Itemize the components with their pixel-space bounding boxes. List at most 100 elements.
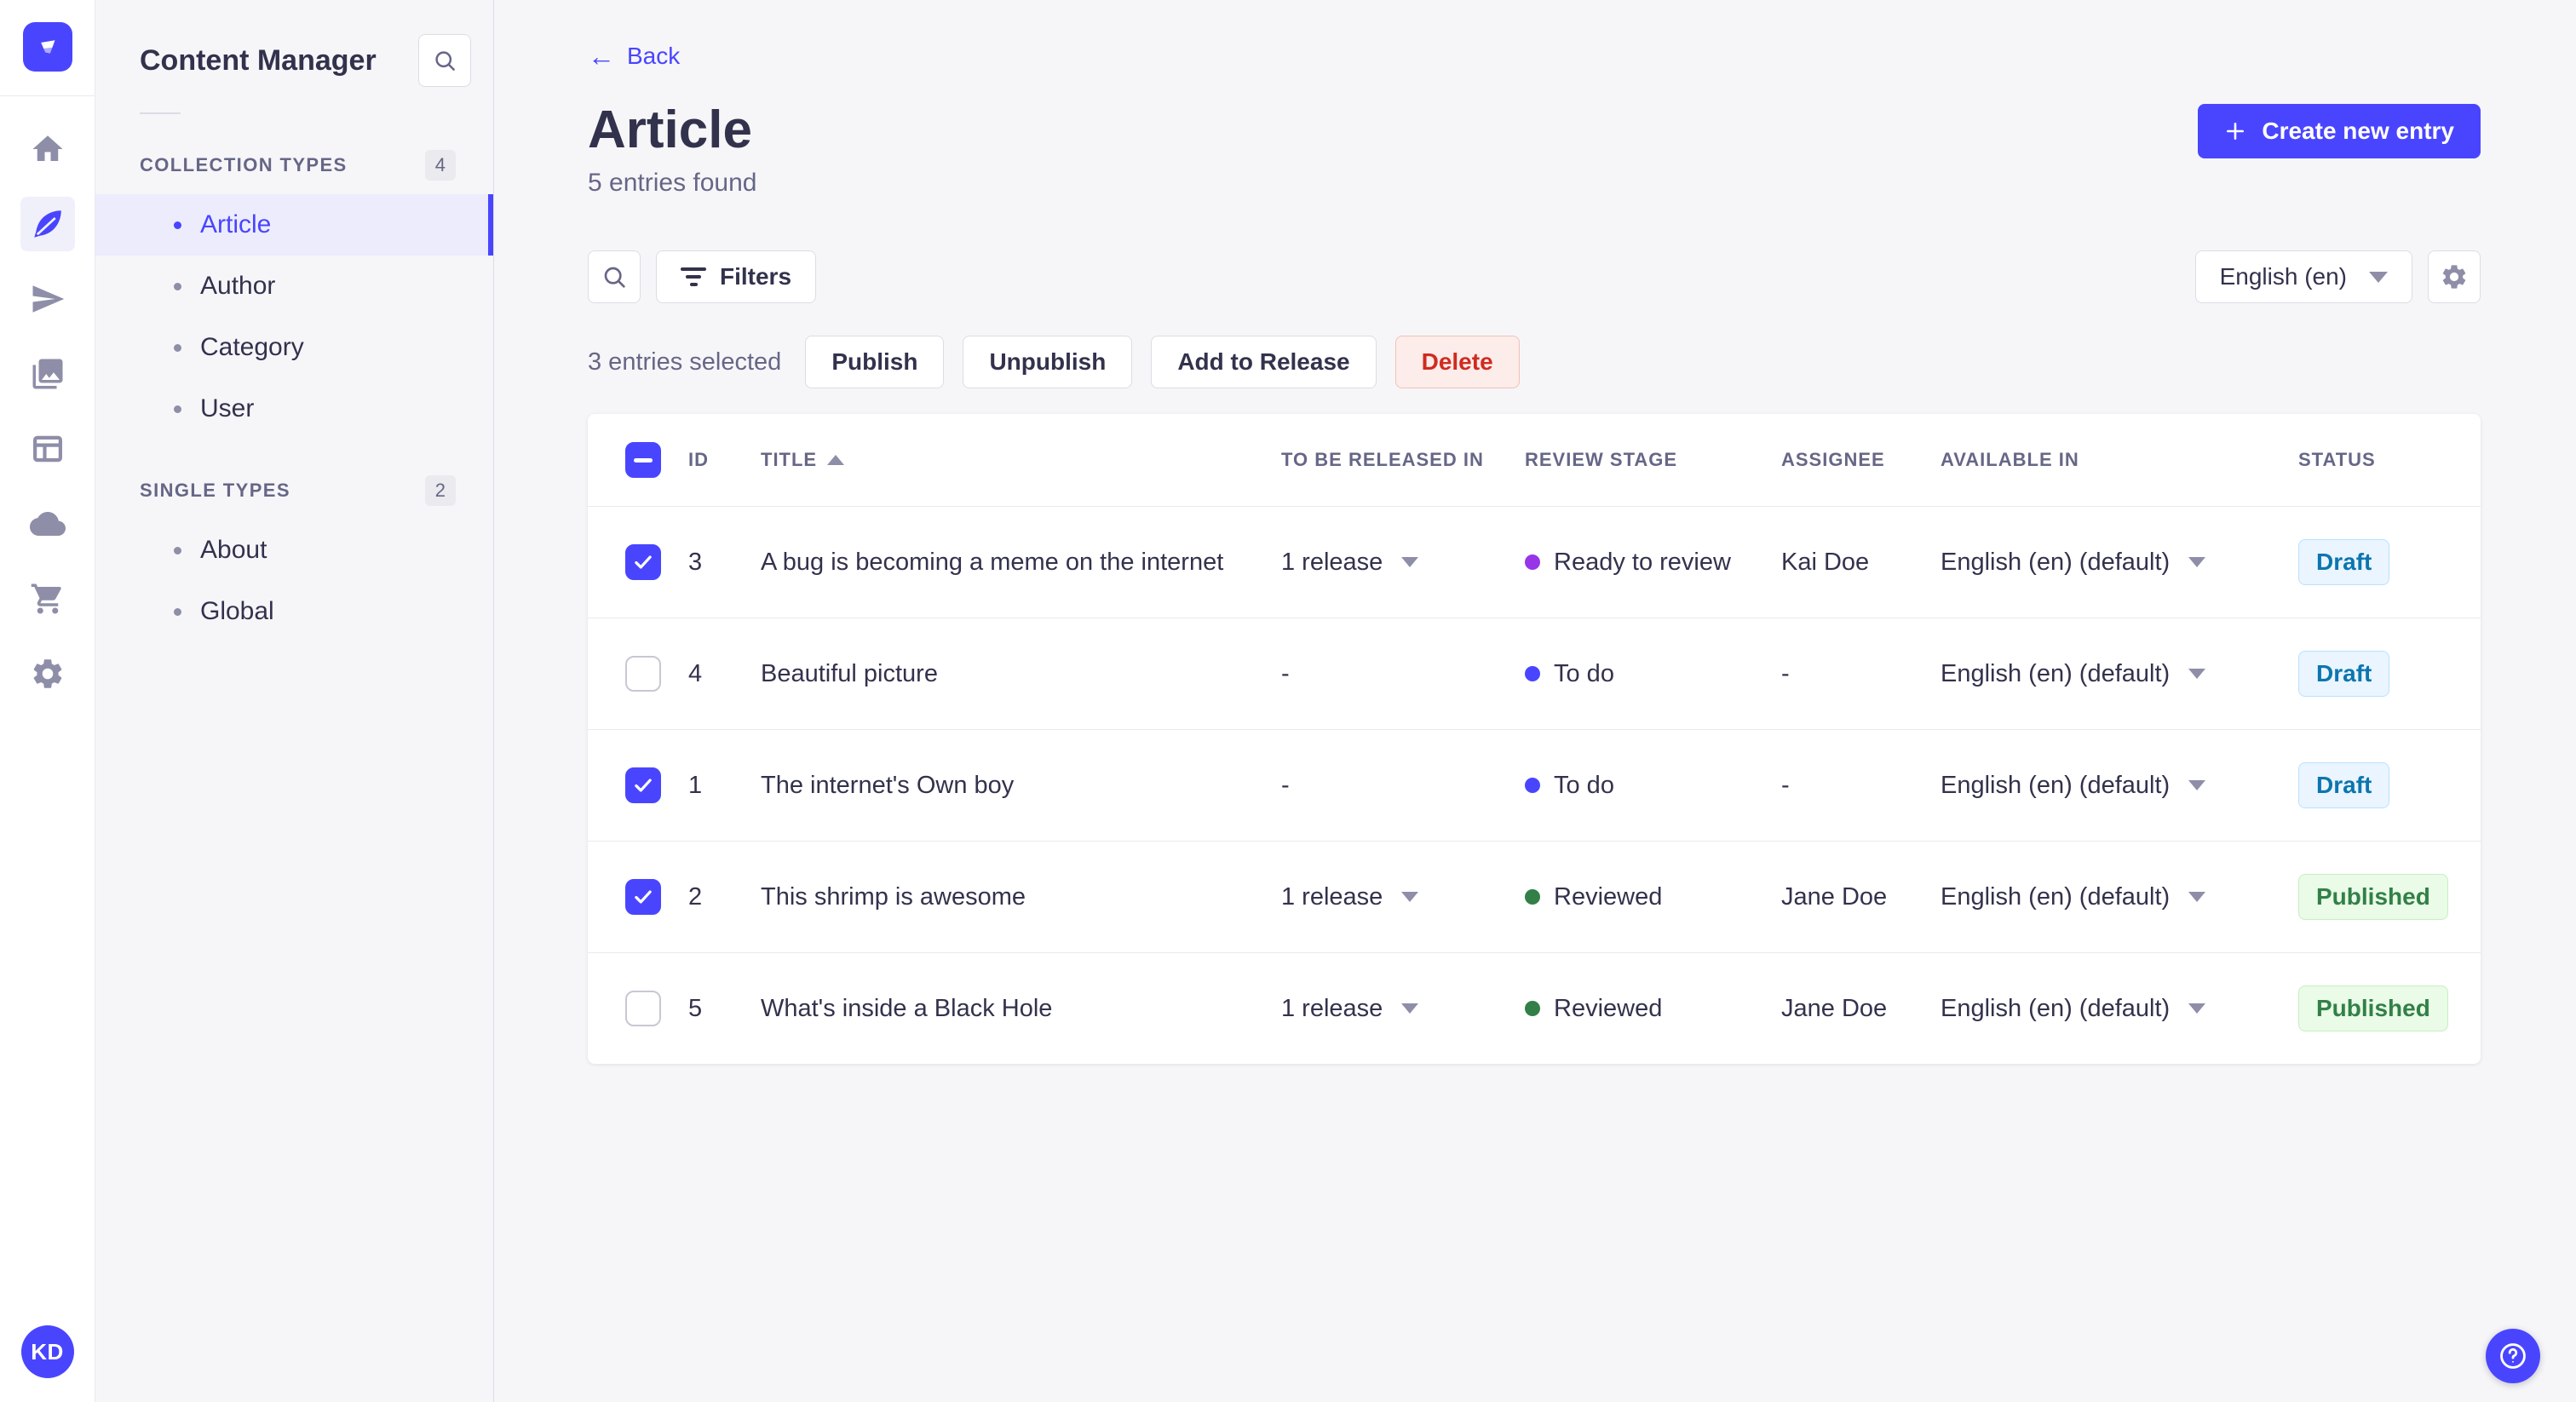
table-row[interactable]: 4 Beautiful picture - To do - English (e…: [588, 618, 2481, 729]
review-stage-cell: To do: [1525, 660, 1781, 688]
status-badge: Draft: [2298, 539, 2390, 585]
chevron-down-icon: [1401, 1003, 1419, 1014]
create-new-entry-label: Create new entry: [2262, 118, 2454, 144]
bullet-icon: [174, 343, 181, 352]
release-value: 1 release: [1281, 994, 1383, 1022]
column-header-available-in[interactable]: AVAILABLE IN: [1941, 449, 2298, 471]
sidebar-item-global[interactable]: Global: [95, 581, 493, 642]
column-header-id[interactable]: ID: [688, 449, 761, 471]
column-header-status[interactable]: STATUS: [2298, 449, 2452, 471]
sidebar-item-author[interactable]: Author: [95, 256, 493, 317]
release-value: 1 release: [1281, 548, 1383, 576]
send-plane-icon[interactable]: [20, 272, 75, 326]
row-checkbox[interactable]: [625, 767, 661, 803]
section-count-badge: 2: [424, 475, 456, 506]
release-dropdown[interactable]: 1 release: [1281, 549, 1525, 577]
table-row[interactable]: 5 What's inside a Black Hole 1 release R…: [588, 952, 2481, 1064]
locale-dropdown[interactable]: English (en) (default): [1941, 772, 2298, 800]
row-id: 5: [688, 994, 703, 1022]
column-header-to-be-released-in[interactable]: TO BE RELEASED IN: [1281, 449, 1525, 471]
marketplace-cart-icon[interactable]: [20, 572, 75, 626]
row-checkbox[interactable]: [625, 879, 661, 915]
locale-value: English (en) (default): [1941, 994, 2171, 1022]
locale-value: English (en) (default): [1941, 659, 2171, 687]
release-dropdown[interactable]: -: [1281, 772, 1525, 800]
filters-button[interactable]: Filters: [656, 250, 817, 303]
filter-icon: [681, 267, 706, 286]
search-icon: [435, 51, 455, 71]
row-checkbox[interactable]: [625, 656, 661, 692]
status-badge: Published: [2298, 874, 2448, 920]
sidebar-item-label: Author: [200, 272, 276, 300]
delete-button[interactable]: Delete: [1394, 336, 1520, 388]
sidebar-title: Content Manager: [140, 43, 377, 77]
indeterminate-minus-icon: [634, 457, 653, 463]
publish-button[interactable]: Publish: [805, 336, 945, 388]
table-row[interactable]: 3 A bug is becoming a meme on the intern…: [588, 506, 2481, 618]
content-manager-sidebar: Content Manager COLLECTION TYPES 4 Artic…: [95, 0, 494, 1402]
app-root: KD Content Manager COLLECTION TYPES 4 Ar…: [0, 0, 2576, 1402]
table-header-row: ID TITLE TO BE RELEASED IN REVIEW STAGE …: [588, 414, 2481, 506]
settings-gear-icon[interactable]: [20, 646, 75, 701]
locale-select[interactable]: English (en): [2194, 250, 2412, 303]
entries-table: ID TITLE TO BE RELEASED IN REVIEW STAGE …: [588, 414, 2481, 1064]
section-label: COLLECTION TYPES: [140, 154, 348, 175]
column-header-review-stage[interactable]: REVIEW STAGE: [1525, 449, 1781, 471]
sidebar-item-category[interactable]: Category: [95, 317, 493, 378]
back-link[interactable]: ← Back: [588, 43, 680, 70]
help-button[interactable]: [2486, 1329, 2540, 1383]
locale-value: English (en) (default): [1941, 882, 2171, 911]
table-row[interactable]: 2 This shrimp is awesome 1 release Revie…: [588, 841, 2481, 952]
locale-dropdown[interactable]: English (en) (default): [1941, 660, 2298, 688]
table-row[interactable]: 1 The internet's Own boy - To do - Engli…: [588, 729, 2481, 841]
review-stage-cell: To do: [1525, 772, 1781, 800]
column-header-title[interactable]: TITLE: [761, 449, 1281, 471]
table-settings-button[interactable]: [2428, 250, 2481, 303]
bullet-icon: [174, 546, 181, 554]
row-checkbox[interactable]: [625, 991, 661, 1026]
stage-label: Reviewed: [1554, 994, 1663, 1022]
stage-dot: [1525, 1001, 1540, 1016]
stage-dot: [1525, 554, 1540, 570]
locale-dropdown[interactable]: English (en) (default): [1941, 995, 2298, 1023]
media-library-icon[interactable]: [20, 347, 75, 401]
sidebar-item-about[interactable]: About: [95, 520, 493, 581]
stage-label: To do: [1554, 659, 1614, 687]
release-dropdown[interactable]: 1 release: [1281, 883, 1525, 911]
row-checkbox[interactable]: [625, 544, 661, 580]
row-id: 1: [688, 771, 703, 799]
release-dropdown[interactable]: 1 release: [1281, 995, 1525, 1023]
toolbar: Filters English (en): [588, 250, 2481, 303]
locale-dropdown[interactable]: English (en) (default): [1941, 883, 2298, 911]
selection-actions: 3 entries selected Publish Unpublish Add…: [588, 336, 2481, 388]
cloud-icon[interactable]: [20, 497, 75, 551]
sidebar-item-label: About: [200, 536, 267, 564]
content-type-builder-icon[interactable]: [20, 422, 75, 476]
locale-dropdown[interactable]: English (en) (default): [1941, 549, 2298, 577]
check-icon: [635, 779, 652, 792]
locale-value: English (en) (default): [1941, 548, 2171, 576]
column-header-assignee[interactable]: ASSIGNEE: [1781, 449, 1941, 471]
select-all-checkbox[interactable]: [625, 442, 661, 478]
locale-selected-value: English (en): [2219, 263, 2347, 290]
status-badge: Draft: [2298, 762, 2390, 808]
home-icon[interactable]: [20, 122, 75, 176]
sidebar-search-button[interactable]: [418, 34, 471, 87]
section-collection-types: COLLECTION TYPES 4 Article Author Catego…: [95, 145, 493, 440]
sidebar-item-user[interactable]: User: [95, 378, 493, 440]
sidebar-item-article[interactable]: Article: [95, 194, 493, 256]
unpublish-button[interactable]: Unpublish: [963, 336, 1133, 388]
question-mark-icon: [2500, 1343, 2526, 1369]
search-button[interactable]: [588, 250, 641, 303]
strapi-logo-icon: [40, 40, 55, 54]
add-to-release-button[interactable]: Add to Release: [1151, 336, 1377, 388]
strapi-logo[interactable]: [22, 22, 72, 72]
content-manager-feather-icon[interactable]: [20, 197, 75, 251]
stage-label: Ready to review: [1554, 548, 1731, 576]
create-new-entry-button[interactable]: Create new entry: [2198, 104, 2481, 158]
release-dropdown[interactable]: -: [1281, 660, 1525, 688]
user-avatar[interactable]: KD: [20, 1325, 74, 1378]
back-arrow-icon: ←: [588, 41, 615, 72]
stage-dot: [1525, 778, 1540, 793]
page-title: Article: [588, 101, 752, 159]
